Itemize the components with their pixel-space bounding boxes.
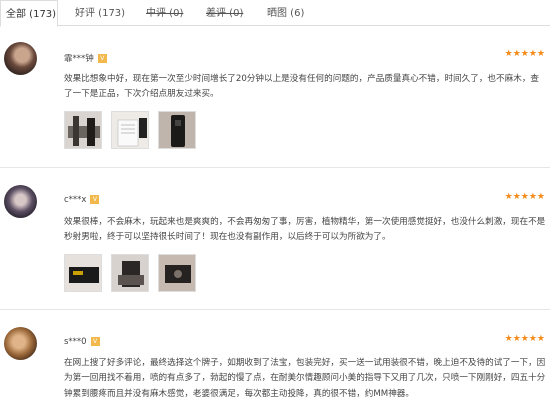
tab-photos-label: 晒图 (6) <box>267 8 305 19</box>
tab-photos[interactable]: 晒图 (6) <box>267 0 304 26</box>
review-item: c***x V ★★★★★ 效果很棒，不会麻木，玩起来也是爽爽的，不会再匆匆了事，… <box>0 167 550 309</box>
tab-all[interactable]: 全部 (173) <box>0 0 58 27</box>
review-photo-thumbnail[interactable] <box>64 111 102 149</box>
rating-stars: ★★★★★ <box>504 334 545 344</box>
avatar[interactable] <box>4 42 37 75</box>
review-content: 效果比想象中好，现在第一次至少时间增长了20分钟以上是没有任何的问题的，产品质量… <box>64 74 540 100</box>
review-username: c***x V <box>64 195 100 205</box>
tab-negative-label: 差评 (0) <box>206 8 244 19</box>
vip-icon: V <box>97 54 107 63</box>
username-text: 霏***钟 <box>64 54 94 64</box>
username-text: s***0 <box>64 337 87 347</box>
review-item: 霏***钟 V ★★★★★ 效果比想象中好，现在第一次至少时间增长了20分钟以上是… <box>0 27 550 167</box>
avatar[interactable] <box>4 327 37 360</box>
tab-neutral-label: 中评 (0) <box>146 8 184 19</box>
vip-icon: V <box>90 337 100 346</box>
tab-negative[interactable]: 差评 (0) <box>206 0 243 26</box>
tab-all-label: 全部 (173) <box>6 9 57 20</box>
review-username: 霏***钟 V <box>64 52 107 64</box>
tab-positive[interactable]: 好评 (173) <box>75 0 125 26</box>
tab-positive-label: 好评 (173) <box>75 8 126 19</box>
review-photo-thumbnail[interactable] <box>158 111 196 149</box>
review-content: 在网上搜了好多评论，最终选择这个牌子，如期收到了法宝，包装完好，买一送一试用装很… <box>64 358 546 399</box>
review-photo-thumbnail[interactable] <box>64 254 102 292</box>
username-text: c***x <box>64 195 87 205</box>
rating-stars: ★★★★★ <box>504 49 545 59</box>
review-username: s***0 V <box>64 337 100 347</box>
review-photo-thumbnail[interactable] <box>111 254 149 292</box>
review-photo-thumbnail[interactable] <box>111 111 149 149</box>
vip-icon: V <box>90 195 100 204</box>
rating-stars: ★★★★★ <box>504 192 545 202</box>
tab-neutral[interactable]: 中评 (0) <box>146 0 183 26</box>
review-item: s***0 V ★★★★★ 在网上搜了好多评论，最终选择这个牌子，如期收到了法宝，… <box>0 309 550 409</box>
review-filter-tabs: 全部 (173) 好评 (173) 中评 (0) 差评 (0) 晒图 (6) <box>0 0 550 27</box>
avatar[interactable] <box>4 185 37 218</box>
review-photo-thumbnail[interactable] <box>158 254 196 292</box>
review-content: 效果很棒，不会麻木，玩起来也是爽爽的，不会再匆匆了事，厉害，植物精华，第一次使用… <box>64 217 546 243</box>
